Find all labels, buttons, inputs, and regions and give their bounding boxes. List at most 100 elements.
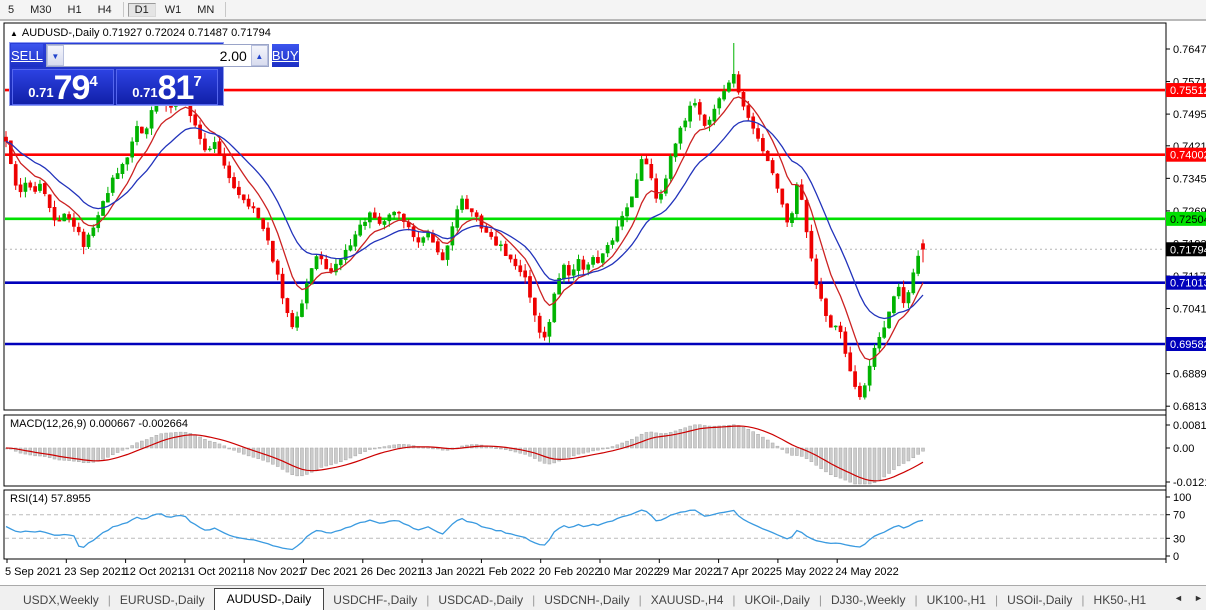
candle-body [600,253,605,263]
timeframe-button-m30[interactable]: M30 [23,3,58,17]
candle-body [227,165,232,179]
timeframe-button-h4[interactable]: H4 [91,3,119,17]
candle-body [4,136,8,142]
timeframe-button-w1[interactable]: W1 [158,3,189,17]
candle-body [42,183,47,195]
macd-bar [251,447,256,458]
candle-body [673,143,678,158]
volume-increase-button[interactable]: ▲ [250,45,268,66]
candle-body [329,268,333,272]
tab-scroll-left-button[interactable]: ◄ [1174,593,1183,603]
candle-body [848,352,853,372]
sell-price-display[interactable]: 0.71 79 4 [12,69,114,105]
macd-bar [169,432,173,449]
chart-tab-ukoil-daily[interactable]: UKOil-,Daily [736,590,819,610]
price-level-badge-text: 0.72504 [1170,214,1206,226]
volume-decrease-button[interactable]: ▼ [46,45,64,66]
candle-body [591,257,595,265]
candle-body [377,216,382,224]
macd-bar [562,447,566,460]
chart-tab-usdcnh-daily[interactable]: USDCNH-,Daily [535,590,638,610]
price-level-badge: 0.72504 [1166,211,1206,226]
rsi-axis-label: 70 [1173,510,1185,522]
chart-tab-audusd-daily[interactable]: AUDUSD-,Daily [213,588,325,610]
macd-bar [693,424,697,449]
candle-body [911,272,916,294]
macd-bar [678,429,683,449]
candle-body [348,245,353,251]
candle-body [824,298,828,316]
candle-body [499,244,503,246]
collapse-triangle-icon[interactable]: ▲ [10,29,18,38]
chart-ohlc-values: 0.71927 0.72024 0.71487 0.71794 [102,27,271,39]
chart-tab-xauusd-h4[interactable]: XAUUSD-,H4 [642,590,733,610]
candle-body [518,265,523,273]
candle-body [882,327,887,338]
macd-bar [712,425,717,449]
current-price-badge-text: 0.71794 [1170,244,1206,256]
timeframe-button-d1[interactable]: D1 [127,2,156,17]
candle-body [120,164,125,174]
macd-bar [52,447,57,460]
candle-body [23,182,28,192]
macd-bar [901,447,906,464]
candle-body [605,245,610,254]
macd-bar [295,447,299,477]
volume-input[interactable] [63,45,251,66]
timeframe-button-mn[interactable]: MN [190,3,221,17]
candle-body [33,186,37,192]
price-level-badge: 0.75512 [1166,83,1206,98]
sell-price-big-digits: 79 [53,69,91,107]
chart-tab-hk50-h1[interactable]: HK50-,H1 [1085,590,1156,610]
macd-bar [727,424,731,449]
price-level-badge-text: 0.69582 [1170,339,1206,351]
macd-bar [765,439,770,449]
macd-bar [877,447,882,481]
candle-body [552,293,557,323]
candle-body [241,194,246,201]
candle-body [668,156,673,179]
candle-body [392,211,396,216]
candle-body [586,264,591,270]
tab-scroll-right-button[interactable]: ► [1194,593,1203,603]
chart-tab-usdx-weekly[interactable]: USDX,Weekly [14,590,108,610]
macd-bar [154,435,159,449]
candle-body [489,232,494,237]
candle-body [110,177,115,193]
candle-body [833,325,838,328]
macd-bar [921,447,925,452]
macd-bar [343,447,348,461]
macd-bar [57,447,62,461]
macd-bar [309,447,314,473]
candle-body [596,257,600,263]
candle-body [222,153,227,166]
date-label: 5 Sep 2021 [5,566,61,578]
candle-body [372,212,377,219]
timeframe-button-5[interactable]: 5 [1,3,21,17]
candle-body [62,213,67,222]
macd-bar [38,447,42,457]
candle-body [353,234,358,247]
candle-body [397,211,401,214]
chart-tab-dj30-weekly[interactable]: DJ30-,Weekly [822,590,914,610]
buy-button[interactable]: BUY [271,44,299,67]
chart-tab-usdcad-daily[interactable]: USDCAD-,Daily [429,590,532,610]
candle-body [620,215,625,227]
macd-bar [47,447,52,458]
candle-body [828,315,833,328]
chart-tab-uk100-h1[interactable]: UK100-,H1 [918,590,995,610]
candle-body [460,198,464,210]
chart-tab-usoil-daily[interactable]: USOil-,Daily [998,590,1081,610]
timeframe-button-h1[interactable]: H1 [61,3,89,17]
sell-button[interactable]: SELL [11,44,43,67]
candle-body [256,207,261,218]
candle-body [862,385,867,398]
candle-body [271,240,275,262]
buy-price-display[interactable]: 0.71 81 7 [116,69,218,105]
mt4-window: 5M30H1H4D1W1MN 0.764700.757100.749500.74… [0,0,1206,610]
chart-tab-usdchf-daily[interactable]: USDCHF-,Daily [324,590,426,610]
candle-body [688,105,692,122]
chart-tab-eurusd-daily[interactable]: EURUSD-,Daily [111,590,214,610]
candle-body [503,243,508,256]
date-label: 31 Oct 2021 [183,566,243,578]
